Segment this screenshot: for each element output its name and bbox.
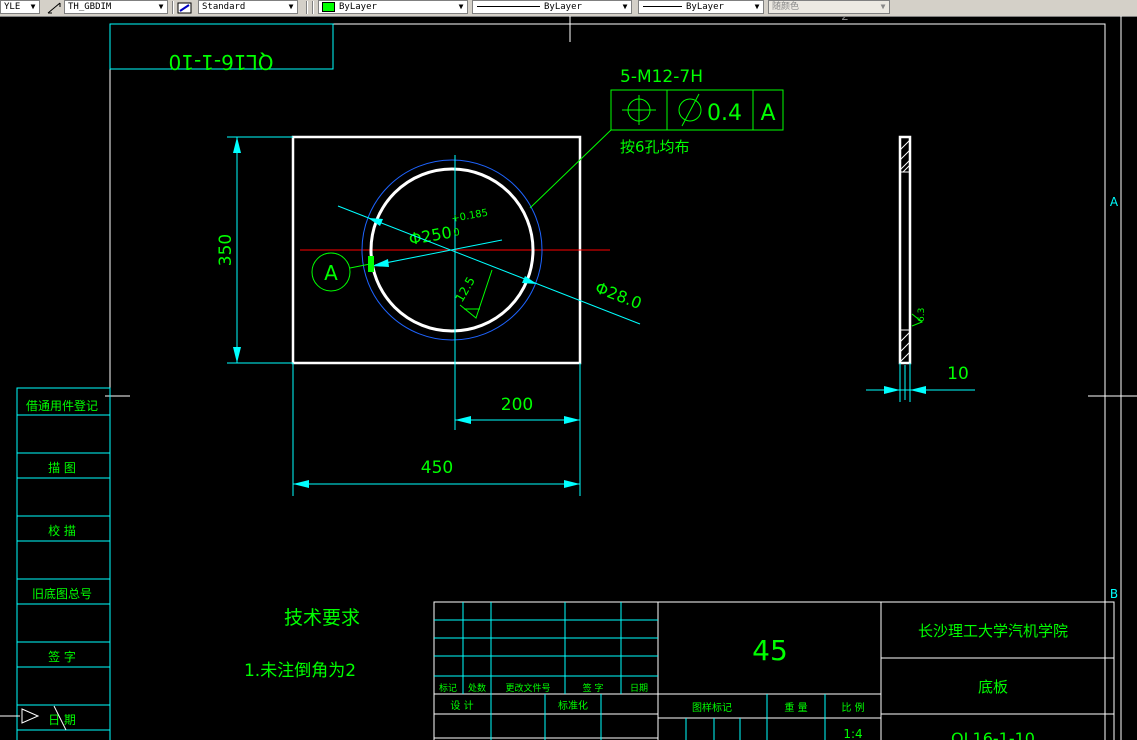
hdr-date: 日期	[630, 683, 648, 694]
strip-label-6: 日 期	[48, 713, 76, 727]
zone-label-a: A	[1110, 195, 1119, 209]
tol-lower-text: 0	[453, 227, 461, 239]
table-style-icon[interactable]	[177, 0, 193, 14]
dim-450-arrow-left	[293, 480, 309, 488]
thread-spec-text: 5-M12-7H	[620, 67, 703, 87]
strip-label-4: 旧底图总号	[32, 586, 92, 601]
feature-control-frame	[610, 89, 784, 131]
plot-style-value: 随颜色	[772, 2, 800, 12]
tol-upper-text: +0.185	[451, 208, 489, 225]
tech-req-title: 技术要求	[284, 607, 360, 629]
datum-marker	[368, 256, 374, 272]
chevron-down-icon: ▼	[30, 2, 36, 11]
hdr-stage: 图样标记	[692, 701, 732, 714]
part-name-text: 底板	[978, 678, 1008, 696]
roughness-text: 12.5	[452, 274, 477, 304]
hdr-doc: 更改文件号	[505, 682, 550, 694]
chevron-down-icon: ▼	[880, 2, 886, 11]
text-style-dropdown[interactable]: YLE ▼	[0, 0, 40, 14]
dim-450-arrow-right	[564, 480, 580, 488]
linetype-value: ByLayer	[544, 2, 582, 12]
scale-value: 1:4	[843, 727, 862, 740]
color-value: ByLayer	[339, 2, 377, 12]
plot-style-dropdown[interactable]: 随颜色 ▼	[768, 0, 890, 14]
chevron-down-icon: ▼	[458, 2, 464, 11]
hdr-scale: 比 例	[841, 701, 864, 714]
hdr-design: 设 计	[450, 699, 473, 712]
properties-toolbar: YLE ▼ TH_GBDIM ▼ Standard ▼ ByLayer ▼ ByLaye…	[0, 0, 1137, 17]
material-text: 45	[752, 634, 788, 667]
ruler-top-label: 2	[841, 16, 849, 23]
chevron-down-icon: ▼	[288, 2, 294, 11]
left-filing-strip	[16, 387, 111, 740]
table-style-dropdown[interactable]: Standard ▼	[198, 0, 298, 14]
strip-label-2: 描 图	[48, 461, 76, 475]
hdr-sign: 签 字	[583, 682, 604, 694]
strip-label-1: 借通用件登记	[26, 398, 98, 413]
drawing-number-text: QL16-1-10	[951, 729, 1035, 740]
hdr-biaoji: 标记	[439, 682, 457, 694]
dim-10-text: 10	[947, 364, 969, 384]
fcf-datum-text: A	[760, 101, 775, 126]
color-swatch	[322, 1, 335, 12]
table-style-value: Standard	[202, 2, 246, 12]
title-block-revision-grid	[434, 602, 826, 740]
strip-label-3: 校 描	[48, 523, 76, 538]
dim-350-arrow-bottom	[233, 347, 241, 363]
chevron-down-icon: ▼	[622, 2, 628, 11]
dim-10-arrow-left	[884, 386, 900, 394]
toolbar-separator	[306, 1, 308, 14]
dim-style-value: TH_GBDIM	[68, 2, 112, 12]
lineweight-control-dropdown[interactable]: ByLayer ▼	[638, 0, 764, 14]
datum-text: A	[324, 261, 338, 285]
fcf-leader	[529, 129, 612, 209]
side-view-plate	[898, 135, 912, 365]
linetype-sample	[477, 6, 540, 7]
dim-350-arrow-top	[233, 137, 241, 153]
side-roughness-text: 6.3	[917, 308, 927, 322]
dim-200-arrow-left	[455, 416, 471, 424]
hdr-weight: 重 量	[784, 701, 807, 714]
chevron-down-icon: ▼	[754, 2, 760, 11]
linetype-control-dropdown[interactable]: ByLayer ▼	[472, 0, 632, 14]
toolbar-separator	[172, 1, 174, 14]
dim-style-icon[interactable]	[46, 0, 62, 14]
hdr-chushu: 处数	[468, 682, 486, 694]
zone-label-b: B	[1110, 587, 1118, 601]
position-tol-text: 0.4	[707, 101, 742, 126]
dim-200-arrow-right	[564, 416, 580, 424]
color-control-dropdown[interactable]: ByLayer ▼	[318, 0, 468, 14]
datum-leader	[349, 263, 371, 269]
strip-label-5: 签 字	[48, 649, 76, 664]
hole-note-text: 按6孔均布	[620, 138, 690, 156]
toolbar-separator	[312, 1, 314, 14]
dim-style-dropdown[interactable]: TH_GBDIM ▼	[64, 0, 168, 14]
lineweight-value: ByLayer	[686, 2, 724, 12]
side-view-hatch	[899, 139, 911, 363]
drawing-canvas[interactable]: 2 A B QL16-1-10 借通用件登记 描 图 校 描 旧底图总号 签 字…	[0, 16, 1137, 740]
text-style-value: YLE	[4, 2, 21, 12]
dim-10-arrow-right	[910, 386, 926, 394]
dim-200-text: 200	[501, 395, 533, 415]
dim-350-text: 350	[216, 234, 236, 266]
tech-req-note: 1.未注倒角为2	[244, 661, 356, 681]
chevron-down-icon: ▼	[158, 2, 164, 11]
school-text: 长沙理工大学汽机学院	[918, 622, 1068, 640]
dia-28-text: Φ28.0	[593, 278, 645, 313]
dia-250-arrow	[372, 259, 389, 267]
hdr-std: 标准化	[558, 699, 588, 712]
rotated-drawing-number: QL16-1-10	[169, 50, 274, 74]
dim-450-text: 450	[421, 458, 453, 478]
lineweight-sample	[643, 6, 682, 7]
